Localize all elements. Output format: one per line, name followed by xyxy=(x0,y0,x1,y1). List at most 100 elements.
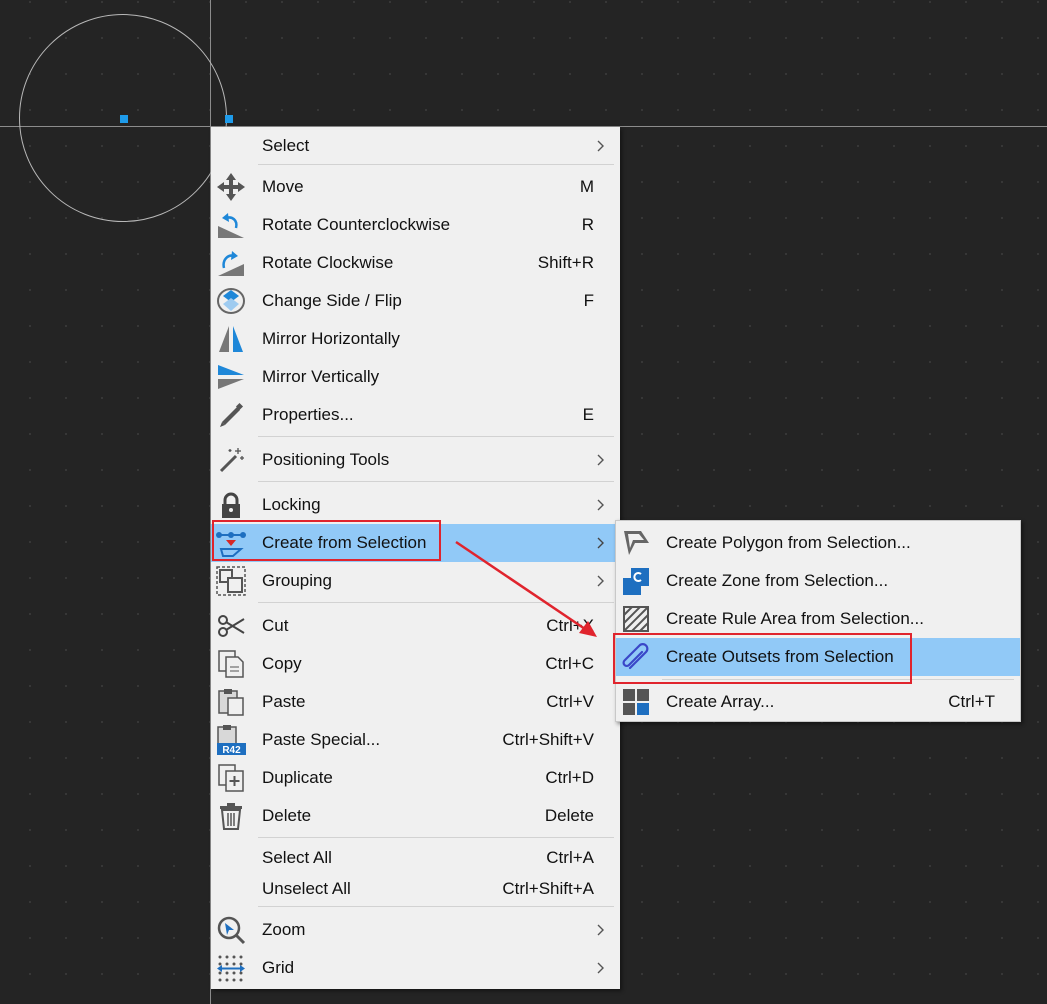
chevron-right-icon xyxy=(597,962,604,974)
menu-item-label: Select All xyxy=(262,847,332,867)
clipboard-icon xyxy=(215,686,247,718)
menu-item-mirror-horizontally[interactable]: Mirror Horizontally xyxy=(211,320,620,358)
chevron-right-icon xyxy=(597,140,604,152)
menu-item-label: Locking xyxy=(262,495,321,514)
context-menu: Select Move M Rotate Counterclockwise R … xyxy=(211,127,620,989)
menu-item-label: Select xyxy=(262,136,310,155)
shortcut-label: Ctrl+T xyxy=(948,692,995,711)
menu-item-unselect-all[interactable]: Unselect All Ctrl+Shift+A xyxy=(211,873,620,904)
menu-item-label: Create Polygon from Selection... xyxy=(666,533,911,552)
paperclip-icon xyxy=(620,641,652,673)
menu-item-rotate-ccw[interactable]: Rotate Counterclockwise R xyxy=(211,206,620,244)
mirror-horizontal-icon xyxy=(215,323,247,355)
menu-item-label: Create Array... xyxy=(666,692,775,711)
paste-special-icon: R42 xyxy=(215,724,247,756)
menu-item-label: Positioning Tools xyxy=(262,450,390,469)
shortcut-label: E xyxy=(582,405,594,424)
menu-item-zoom[interactable]: Zoom xyxy=(211,911,620,949)
menu-item-label: Mirror Vertically xyxy=(262,367,380,386)
menu-item-label: Move xyxy=(262,177,304,196)
circle-center-handle[interactable] xyxy=(120,115,128,123)
submenu-item-create-array[interactable]: Create Array... Ctrl+T xyxy=(616,683,1020,721)
menu-item-paste-special[interactable]: R42 Paste Special... Ctrl+Shift+V xyxy=(211,721,620,759)
pencil-icon xyxy=(215,399,247,431)
chevron-right-icon xyxy=(597,499,604,511)
menu-item-label: Create Rule Area from Selection... xyxy=(666,609,924,628)
menu-item-label: Grouping xyxy=(262,571,332,590)
shortcut-label: F xyxy=(583,291,594,310)
submenu-item-create-polygon[interactable]: Create Polygon from Selection... xyxy=(616,524,1020,562)
menu-item-label: Unselect All xyxy=(262,878,351,898)
shortcut-label: M xyxy=(579,177,594,196)
menu-item-duplicate[interactable]: Duplicate Ctrl+D xyxy=(211,759,620,797)
chevron-right-icon xyxy=(597,537,604,549)
shortcut-label: Delete xyxy=(544,806,594,825)
menu-item-label: Create Outsets from Selection xyxy=(666,647,894,666)
menu-item-change-side-flip[interactable]: Change Side / Flip F xyxy=(211,282,620,320)
zoom-icon xyxy=(215,914,247,946)
menu-item-label: Rotate Clockwise xyxy=(262,253,394,272)
menu-item-select-all[interactable]: Select All Ctrl+A xyxy=(211,842,620,873)
shortcut-label: Ctrl+Shift+A xyxy=(502,878,594,898)
shortcut-label: Ctrl+V xyxy=(546,692,594,711)
menu-item-label: Create Zone from Selection... xyxy=(666,571,889,590)
menu-item-label: Change Side / Flip xyxy=(262,291,402,310)
menu-separator xyxy=(258,837,614,838)
menu-item-delete[interactable]: Delete Delete xyxy=(211,797,620,835)
menu-item-cut[interactable]: Cut Ctrl+X xyxy=(211,607,620,645)
menu-separator xyxy=(258,164,614,165)
menu-separator xyxy=(258,436,614,437)
chevron-right-icon xyxy=(597,575,604,587)
menu-item-rotate-cw[interactable]: Rotate Clockwise Shift+R xyxy=(211,244,620,282)
copy-icon xyxy=(215,648,247,680)
mirror-vertical-icon xyxy=(215,361,247,393)
shortcut-label: Ctrl+D xyxy=(545,768,594,787)
rotate-clockwise-icon xyxy=(215,247,247,279)
menu-item-paste[interactable]: Paste Ctrl+V xyxy=(211,683,620,721)
chevron-right-icon xyxy=(597,924,604,936)
menu-separator xyxy=(662,679,1014,680)
menu-item-grouping[interactable]: Grouping xyxy=(211,562,620,600)
menu-item-move[interactable]: Move M xyxy=(211,168,620,206)
circle-radius-handle[interactable] xyxy=(225,115,233,123)
menu-item-label: Grid xyxy=(262,958,295,977)
shortcut-label: Ctrl+Shift+V xyxy=(502,730,594,749)
shortcut-label: Ctrl+C xyxy=(545,654,594,673)
rotate-counterclockwise-icon xyxy=(215,209,247,241)
array-icon xyxy=(620,686,652,718)
menu-item-label: Mirror Horizontally xyxy=(262,329,400,348)
menu-item-label: Cut xyxy=(262,616,289,635)
scissors-icon xyxy=(215,610,247,642)
menu-item-mirror-vertically[interactable]: Mirror Vertically xyxy=(211,358,620,396)
menu-separator xyxy=(258,906,614,907)
create-from-selection-submenu: Create Polygon from Selection... Create … xyxy=(615,520,1021,722)
grouping-icon xyxy=(215,565,247,597)
shortcut-label: Ctrl+A xyxy=(546,847,594,867)
menu-item-label: Paste xyxy=(262,692,306,711)
polygon-icon xyxy=(620,527,652,559)
menu-item-locking[interactable]: Locking xyxy=(211,486,620,524)
menu-item-properties[interactable]: Properties... E xyxy=(211,396,620,434)
lock-icon xyxy=(215,489,247,521)
menu-item-label: Duplicate xyxy=(262,768,333,787)
submenu-item-create-rule-area[interactable]: Create Rule Area from Selection... xyxy=(616,600,1020,638)
menu-item-create-from-selection[interactable]: Create from Selection xyxy=(211,524,620,562)
chevron-right-icon xyxy=(597,454,604,466)
menu-item-label: Paste Special... xyxy=(262,730,381,749)
paste-special-badge: R42 xyxy=(222,745,241,756)
grid-icon xyxy=(215,952,247,984)
submenu-item-create-outsets[interactable]: Create Outsets from Selection xyxy=(616,638,1020,676)
menu-separator xyxy=(258,481,614,482)
menu-item-copy[interactable]: Copy Ctrl+C xyxy=(211,645,620,683)
shortcut-label: R xyxy=(581,215,594,234)
menu-item-positioning-tools[interactable]: Positioning Tools xyxy=(211,441,620,479)
magic-wand-icon xyxy=(215,444,247,476)
menu-item-label: Rotate Counterclockwise xyxy=(262,215,451,234)
move-arrows-icon xyxy=(215,171,247,203)
menu-item-select[interactable]: Select xyxy=(211,127,620,165)
shortcut-label: Ctrl+X xyxy=(546,616,594,635)
submenu-item-create-zone[interactable]: Create Zone from Selection... xyxy=(616,562,1020,600)
menu-item-grid[interactable]: Grid xyxy=(211,949,620,987)
zone-icon xyxy=(620,565,652,597)
duplicate-icon xyxy=(215,762,247,794)
